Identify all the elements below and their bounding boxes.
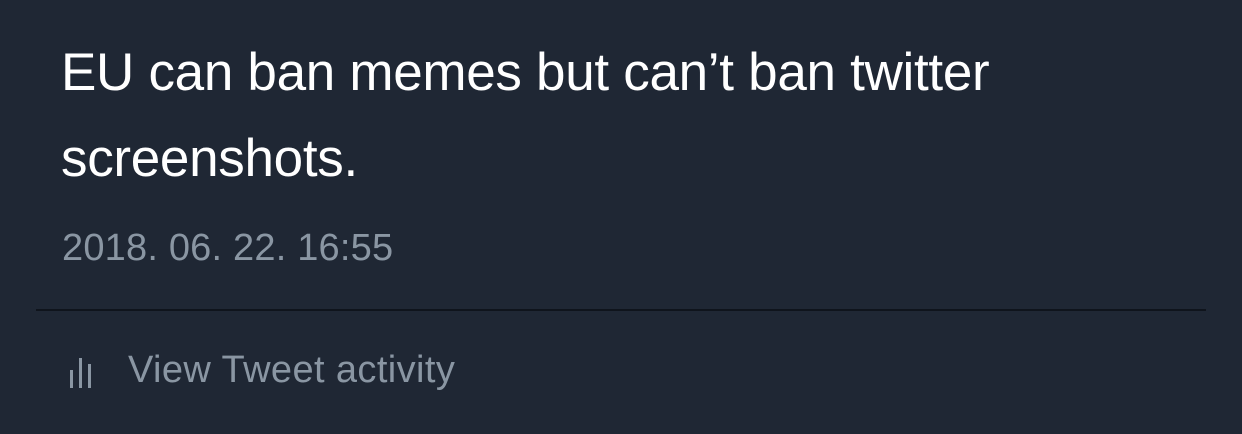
view-tweet-activity-button[interactable]: View Tweet activity [62, 344, 455, 396]
tweet-text: EU can ban memes but can’t ban twitter s… [61, 43, 990, 188]
tweet-timestamp: 2018. 06. 22. 16:55 [62, 227, 394, 269]
bar-chart-icon [70, 358, 91, 388]
view-tweet-activity-label: View Tweet activity [128, 349, 456, 391]
divider [36, 309, 1206, 311]
